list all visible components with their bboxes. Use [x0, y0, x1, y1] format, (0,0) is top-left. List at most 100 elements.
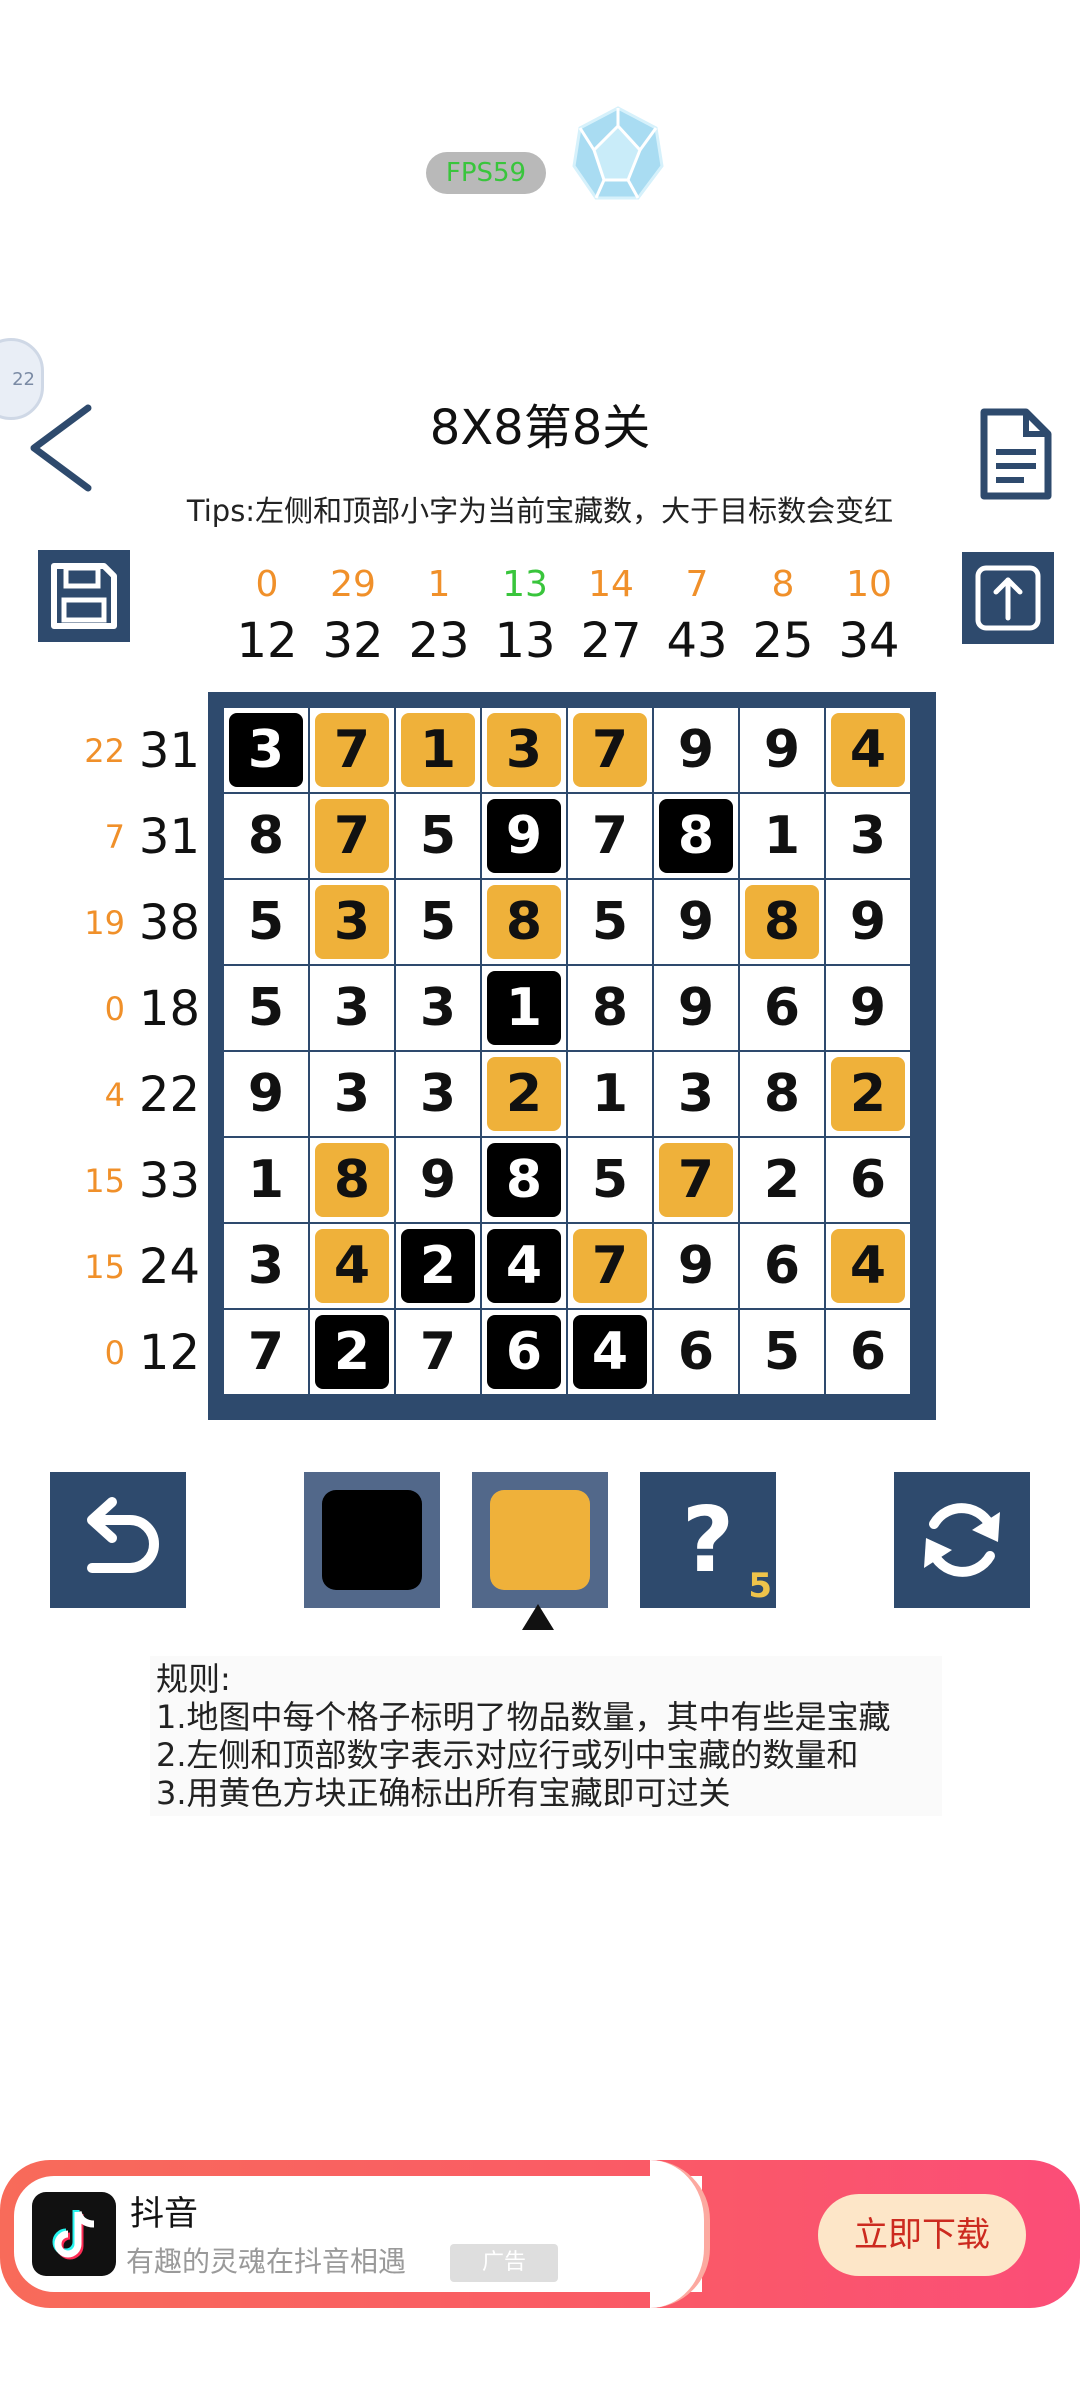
cell-value: 5 — [419, 892, 457, 952]
tips-text: Tips:左侧和顶部小字为当前宝藏数，大于目标数会变红 — [186, 494, 894, 528]
hint-button[interactable]: ? 5 — [640, 1472, 776, 1608]
upload-icon — [975, 565, 1041, 631]
grid-cell[interactable]: 9 — [654, 1224, 738, 1308]
grid-cell[interactable]: 6 — [482, 1310, 566, 1394]
grid-cell[interactable]: 3 — [482, 708, 566, 792]
grid-cell[interactable]: 5 — [224, 966, 308, 1050]
grid-cell[interactable]: 2 — [826, 1052, 910, 1136]
grid-cell[interactable]: 9 — [396, 1138, 480, 1222]
grid-cell[interactable]: 9 — [740, 708, 824, 792]
back-button[interactable] — [22, 398, 102, 498]
grid-cell[interactable]: 6 — [740, 1224, 824, 1308]
grid-cell[interactable]: 7 — [396, 1310, 480, 1394]
grid-cell[interactable]: 4 — [826, 708, 910, 792]
cell-value: 9 — [763, 720, 801, 780]
grid-cell[interactable]: 5 — [568, 880, 652, 964]
grid-cell[interactable]: 5 — [396, 880, 480, 964]
grid-cell[interactable]: 4 — [568, 1310, 652, 1394]
undo-button[interactable] — [50, 1472, 186, 1608]
grid-cell[interactable]: 5 — [224, 880, 308, 964]
grid-cell[interactable]: 3 — [826, 794, 910, 878]
save-button[interactable] — [38, 550, 130, 642]
grid-cell[interactable]: 4 — [310, 1224, 394, 1308]
grid-cell[interactable]: 5 — [396, 794, 480, 878]
cell-value: 3 — [419, 978, 457, 1038]
level-title: 8X8第8关 — [429, 400, 651, 456]
grid-cell[interactable]: 7 — [310, 708, 394, 792]
yellow-marker-tool[interactable] — [472, 1472, 608, 1608]
cell-value: 5 — [419, 806, 457, 866]
grid-cell[interactable]: 3 — [224, 1224, 308, 1308]
grid-cell[interactable]: 1 — [740, 794, 824, 878]
column-target-sum: 25 — [752, 613, 814, 669]
cell-value: 9 — [849, 978, 887, 1038]
grid-cell[interactable]: 8 — [310, 1138, 394, 1222]
grid-cell[interactable]: 8 — [224, 794, 308, 878]
cell-value: 1 — [763, 806, 801, 866]
grid-cell[interactable]: 4 — [482, 1224, 566, 1308]
grid-cell[interactable]: 1 — [396, 708, 480, 792]
grid-cell[interactable]: 8 — [654, 794, 738, 878]
grid-cell[interactable]: 7 — [568, 794, 652, 878]
grid-cell[interactable]: 8 — [482, 880, 566, 964]
grid-cell[interactable]: 9 — [654, 966, 738, 1050]
cell-value: 4 — [831, 713, 905, 787]
cell-value: 5 — [591, 1150, 629, 1210]
grid-cell[interactable]: 3 — [396, 1052, 480, 1136]
column-current-sum: 29 — [330, 564, 376, 605]
grid-cell[interactable]: 2 — [310, 1310, 394, 1394]
cell-value: 8 — [745, 885, 819, 959]
grid-cell[interactable]: 7 — [568, 1224, 652, 1308]
cell-value: 9 — [677, 1236, 715, 1296]
download-button[interactable]: 立即下载 — [818, 2194, 1026, 2276]
row-target-sum: 22 — [138, 1067, 200, 1123]
grid-cell[interactable]: 6 — [826, 1138, 910, 1222]
restart-button[interactable] — [894, 1472, 1030, 1608]
cell-value: 3 — [229, 713, 303, 787]
grid-cell[interactable]: 8 — [740, 1052, 824, 1136]
grid-cell[interactable]: 9 — [654, 708, 738, 792]
ad-label-badge: 广告 — [450, 2244, 558, 2282]
grid-cell[interactable]: 8 — [482, 1138, 566, 1222]
grid-cell[interactable]: 9 — [224, 1052, 308, 1136]
crystal-gem-icon[interactable] — [568, 104, 668, 204]
cell-value: 1 — [487, 971, 561, 1045]
row-header: 15 33 — [60, 1138, 200, 1224]
grid-cell[interactable]: 3 — [224, 708, 308, 792]
black-marker-tool[interactable] — [304, 1472, 440, 1608]
grid-cell[interactable]: 2 — [740, 1138, 824, 1222]
grid-cell[interactable]: 1 — [482, 966, 566, 1050]
grid-cell[interactable]: 5 — [568, 1138, 652, 1222]
grid-cell[interactable]: 6 — [740, 966, 824, 1050]
grid-cell[interactable]: 1 — [568, 1052, 652, 1136]
grid-cell[interactable]: 2 — [396, 1224, 480, 1308]
cell-value: 4 — [831, 1229, 905, 1303]
grid-cell[interactable]: 9 — [826, 880, 910, 964]
grid-cell[interactable]: 3 — [654, 1052, 738, 1136]
grid-cell[interactable]: 8 — [740, 880, 824, 964]
grid-cell[interactable]: 8 — [568, 966, 652, 1050]
grid-cell[interactable]: 7 — [310, 794, 394, 878]
grid-cell[interactable]: 4 — [826, 1224, 910, 1308]
grid-cell[interactable]: 7 — [224, 1310, 308, 1394]
grid-cell[interactable]: 3 — [310, 1052, 394, 1136]
share-export-button[interactable] — [962, 552, 1054, 644]
grid-cell[interactable]: 6 — [654, 1310, 738, 1394]
grid-cell[interactable]: 5 — [740, 1310, 824, 1394]
grid-cell[interactable]: 7 — [568, 708, 652, 792]
column-current-sum: 13 — [502, 564, 548, 605]
grid-cell[interactable]: 3 — [310, 966, 394, 1050]
grid-cell[interactable]: 9 — [826, 966, 910, 1050]
document-icon[interactable] — [976, 404, 1056, 504]
column-header: 8 25 — [740, 560, 826, 672]
grid-cell[interactable]: 7 — [654, 1138, 738, 1222]
grid-cell[interactable]: 9 — [482, 794, 566, 878]
grid-cell[interactable]: 1 — [224, 1138, 308, 1222]
grid-cell[interactable]: 3 — [396, 966, 480, 1050]
cell-value: 4 — [315, 1229, 389, 1303]
grid-cell[interactable]: 9 — [654, 880, 738, 964]
cell-value: 5 — [763, 1322, 801, 1382]
grid-cell[interactable]: 3 — [310, 880, 394, 964]
grid-cell[interactable]: 2 — [482, 1052, 566, 1136]
grid-cell[interactable]: 6 — [826, 1310, 910, 1394]
